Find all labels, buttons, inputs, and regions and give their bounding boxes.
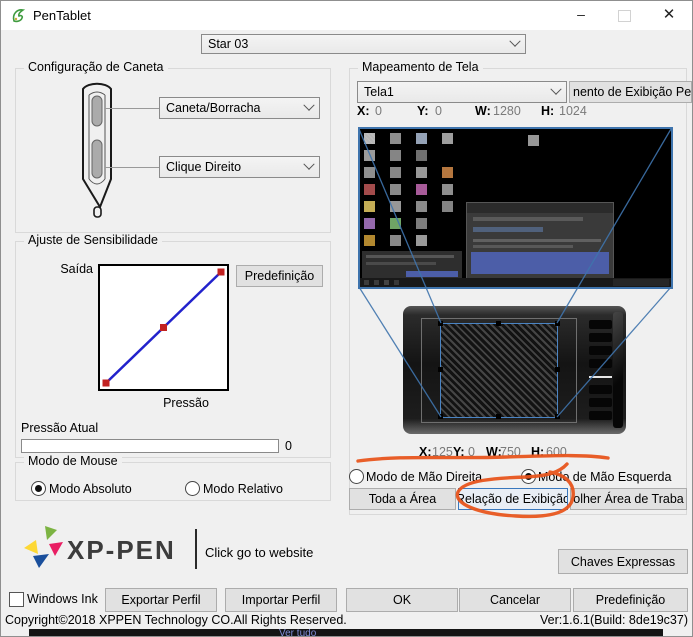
cancel-button[interactable]: Cancelar	[459, 588, 571, 612]
background-link: Ver tudo	[279, 629, 316, 637]
sensitivity-preset-button[interactable]: Predefinição	[236, 265, 323, 287]
default-button[interactable]: Predefinição	[573, 588, 688, 612]
screen-coords: X:0 Y:0 W:1280 H:1024	[357, 104, 587, 118]
relative-mode-radio[interactable]	[185, 481, 200, 496]
chevron-down-icon	[303, 159, 314, 170]
absolute-mode-label[interactable]: Modo Absoluto	[49, 482, 132, 496]
pentablet-window: PenTablet – ✕ Star 03 Configuração de Ca…	[0, 0, 693, 637]
export-profile-button[interactable]: Exportar Perfil	[105, 588, 217, 612]
full-area-button[interactable]: Toda a Área	[349, 488, 456, 510]
pressure-value: 0	[285, 439, 292, 453]
pen-bottom-button-value: Clique Direito	[166, 160, 241, 174]
pen-top-button-value: Caneta/Borracha	[166, 101, 261, 115]
ok-button[interactable]: OK	[346, 588, 458, 612]
screen-preview[interactable]	[358, 127, 673, 289]
pen-illustration	[65, 81, 129, 221]
right-hand-radio[interactable]	[349, 469, 364, 484]
tablet-express-keys	[589, 320, 612, 329]
title-bar: PenTablet – ✕	[1, 1, 692, 30]
xppen-logo-text[interactable]: XP-PEN	[67, 535, 176, 566]
tablet-illustration	[403, 306, 626, 434]
chevron-down-icon	[509, 36, 520, 47]
desktop-icons	[364, 133, 375, 144]
output-axis-label: Saída	[41, 262, 93, 276]
close-button[interactable]: ✕	[652, 1, 686, 27]
work-area-button[interactable]: olher Área de Traba	[570, 488, 687, 510]
pen-button2-connector	[105, 167, 159, 168]
window-title: PenTablet	[33, 8, 91, 23]
display-select[interactable]: Tela1	[357, 81, 567, 103]
windows-ink-label[interactable]: Windows Ink	[27, 592, 98, 606]
custom-display-mapping-button[interactable]: nento de Exibição Persor	[569, 81, 692, 103]
pen-bottom-button-select[interactable]: Clique Direito	[159, 156, 320, 178]
current-pressure-label: Pressão Atual	[21, 421, 98, 435]
import-profile-button[interactable]: Importar Perfil	[225, 588, 337, 612]
version-text: Ver:1.6.1(Build: 8de19c37)	[540, 613, 688, 627]
display-ratio-button[interactable]: Relação de Exibição	[458, 488, 568, 510]
profile-select[interactable]: Star 03	[201, 34, 526, 54]
left-hand-label[interactable]: Modo de Mão Esquerda	[538, 470, 671, 484]
chevron-down-icon	[303, 100, 314, 111]
windows-ink-checkbox[interactable]	[9, 592, 24, 607]
tablet-edge	[613, 312, 623, 428]
left-hand-radio[interactable]	[521, 469, 536, 484]
preview-window	[466, 202, 614, 280]
mouse-mode-title: Modo de Mouse	[24, 454, 122, 468]
sensitivity-title: Ajuste de Sensibilidade	[24, 233, 162, 247]
background-window-strip: Ver tudo	[29, 629, 663, 637]
express-keys-button[interactable]: Chaves Expressas	[558, 549, 688, 574]
pen-config-group: Configuração de Caneta	[15, 68, 331, 233]
display-select-value: Tela1	[364, 85, 394, 99]
relative-mode-label[interactable]: Modo Relativo	[203, 482, 283, 496]
curve-handle-high	[218, 269, 225, 276]
pressure-curve-graph[interactable]	[98, 264, 229, 391]
right-hand-label[interactable]: Modo de Mão Direita	[366, 470, 482, 484]
app-icon	[11, 8, 27, 24]
profile-select-value: Star 03	[208, 37, 248, 51]
pressure-axis-label: Pressão	[131, 396, 241, 410]
preview-taskbar	[360, 278, 671, 287]
pen-config-title: Configuração de Caneta	[24, 60, 168, 74]
minimize-button[interactable]: –	[564, 1, 598, 27]
pressure-progressbar	[21, 439, 279, 453]
curve-handle-low	[103, 380, 110, 387]
mapped-area-handles[interactable]	[438, 321, 443, 326]
curve-handle-mid	[160, 324, 167, 331]
website-link-label[interactable]: Click go to website	[205, 545, 313, 560]
pen-top-button-select[interactable]: Caneta/Borracha	[159, 97, 320, 119]
preview-panel	[362, 251, 462, 281]
logo-divider	[195, 529, 197, 569]
tablet-mapped-area[interactable]	[440, 323, 558, 418]
absolute-mode-radio[interactable]	[31, 481, 46, 496]
chevron-down-icon	[550, 84, 561, 95]
maximize-button[interactable]	[618, 10, 631, 22]
xppen-logo-icon[interactable]	[23, 525, 65, 569]
pen-button1-connector	[105, 108, 159, 109]
screen-mapping-title: Mapeamento de Tela	[358, 60, 483, 74]
tablet-key-divider	[589, 376, 612, 378]
tablet-coords: X:125 Y:0 W:750 H:600	[419, 445, 567, 459]
copyright-text: Copyright©2018 XPPEN Technology CO.All R…	[5, 613, 347, 627]
